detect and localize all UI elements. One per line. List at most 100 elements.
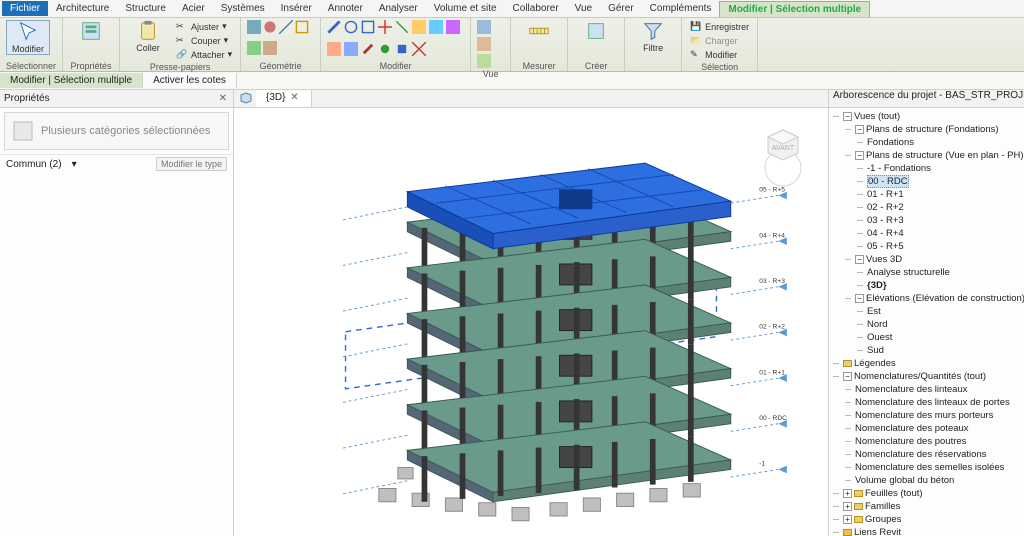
menu-tab[interactable]: Insérer <box>273 1 320 16</box>
trim-button[interactable]: ✂Ajuster ▾ <box>174 20 234 33</box>
menu-tab[interactable]: Architecture <box>48 1 117 16</box>
tree-item[interactable]: Fondations <box>867 136 1024 149</box>
menu-tab[interactable]: Collaborer <box>505 1 567 16</box>
tree-item[interactable]: -1 - Fondations <box>867 162 1024 175</box>
modify-tool-icon[interactable] <box>378 42 392 56</box>
load-selection-button[interactable]: 📂Charger <box>688 34 751 47</box>
model-canvas[interactable]: 05 - R+5 04 - R+4 03 - R+3 02 - R+2 01 -… <box>234 108 828 536</box>
modify-tool-icon[interactable] <box>361 42 375 56</box>
menu-tab[interactable]: Compléments <box>642 1 720 16</box>
menu-tab[interactable]: Systèmes <box>213 1 273 16</box>
geom-icon[interactable] <box>263 20 277 34</box>
tree-item[interactable]: {3D} <box>867 279 1024 292</box>
tree-item[interactable]: Volume global du béton <box>855 474 1024 487</box>
close-icon[interactable]: ✕ <box>217 93 229 104</box>
geom-icon[interactable] <box>295 20 309 34</box>
menu-tab[interactable]: Structure <box>117 1 174 16</box>
properties-icon <box>80 20 102 42</box>
tree-item[interactable]: Ouest <box>867 331 1024 344</box>
type-selector[interactable]: Plusieurs catégories sélectionnées <box>4 112 229 150</box>
modify-tool-icon[interactable] <box>344 20 358 34</box>
tree-item[interactable]: 03 - R+3 <box>867 214 1024 227</box>
modify-tool-icon[interactable] <box>429 20 443 34</box>
tree-item[interactable]: Nomenclature des linteaux <box>855 383 1024 396</box>
geom-icon[interactable] <box>247 41 261 55</box>
geom-icon[interactable] <box>247 20 261 34</box>
create-button[interactable] <box>574 20 618 42</box>
tree-item[interactable]: Nomenclature des poteaux <box>855 422 1024 435</box>
filter-button[interactable]: Filtre <box>631 20 675 53</box>
tree-item[interactable]: 05 - R+5 <box>867 240 1024 253</box>
tree-item[interactable]: 02 - R+2 <box>867 201 1024 214</box>
tree-item[interactable]: Nomenclature des semelles isolées <box>855 461 1024 474</box>
tree-item[interactable]: Légendes <box>843 357 1024 370</box>
svg-text:AVANT: AVANT <box>772 145 795 152</box>
tree-item[interactable]: 01 - R+1 <box>867 188 1024 201</box>
menu-tab[interactable]: Analyser <box>371 1 426 16</box>
measure-button[interactable] <box>517 20 561 42</box>
cube-icon <box>240 92 252 104</box>
tree-item[interactable]: −Nomenclatures/Quantités (tout) Nomencla… <box>843 370 1024 487</box>
properties-button[interactable] <box>69 20 113 42</box>
menu-tab[interactable]: Annoter <box>320 1 371 16</box>
save-icon: 💾 <box>690 21 702 33</box>
modify-tool-icon[interactable] <box>412 42 426 56</box>
cut-icon: ✂ <box>176 35 188 47</box>
close-tab-icon[interactable]: ✕ <box>288 92 300 103</box>
ribbon-panel-view: Vue <box>471 18 511 71</box>
tree-item[interactable]: Nomenclature des murs porteurs <box>855 409 1024 422</box>
view-tool-icon[interactable] <box>477 20 491 34</box>
tree-item[interactable]: +Groupes <box>843 513 1024 526</box>
tree-item[interactable]: 00 - RDC <box>867 175 1024 188</box>
tree-item[interactable]: 04 - R+4 <box>867 227 1024 240</box>
modify-tool-icon[interactable] <box>395 42 409 56</box>
tree-item[interactable]: Sud <box>867 344 1024 357</box>
menu-tab-active[interactable]: Modifier | Sélection multiple <box>719 1 870 17</box>
viewcube[interactable]: AVANT <box>748 118 818 188</box>
tree-group[interactable]: −Plans de structure (Fondations)Fondatio… <box>855 123 1024 149</box>
modify-tool-icon[interactable] <box>378 20 392 34</box>
modify-tool-icon[interactable] <box>327 20 341 34</box>
browser-title: Arborescence du projet - BAS_STR_PROJET_… <box>829 90 1024 108</box>
tree-item[interactable]: +Familles <box>843 500 1024 513</box>
view-tab[interactable]: {3D} ✕ <box>256 90 312 107</box>
tree-item[interactable]: Est <box>867 305 1024 318</box>
attach-button[interactable]: 🔗Attacher ▾ <box>174 48 234 61</box>
paste-button[interactable]: Coller <box>126 20 170 53</box>
modify-tool-icon[interactable] <box>327 42 341 56</box>
tree-item[interactable]: +Feuilles (tout) <box>843 487 1024 500</box>
save-selection-button[interactable]: 💾Enregistrer <box>688 20 751 33</box>
tree-item[interactable]: Nomenclature des réservations <box>855 448 1024 461</box>
menu-file[interactable]: Fichier <box>2 1 48 16</box>
menu-tab[interactable]: Vue <box>567 1 600 16</box>
tree-group[interactable]: −Plans de structure (Vue en plan - PH)-1… <box>855 149 1024 253</box>
tree-group[interactable]: −Elévations (Elévation de construction)E… <box>855 292 1024 357</box>
modify-tool-icon[interactable] <box>412 20 426 34</box>
tree-item[interactable]: Nord <box>867 318 1024 331</box>
geom-icon[interactable] <box>263 41 277 55</box>
view-tool-icon[interactable] <box>477 54 491 68</box>
cut-button[interactable]: ✂Couper ▾ <box>174 34 234 47</box>
tree-item[interactable]: Liens Revit <box>843 526 1024 536</box>
edit-selection-button[interactable]: ✎Modifier <box>688 48 751 61</box>
project-browser: Arborescence du projet - BAS_STR_PROJET_… <box>828 90 1024 536</box>
modify-tool-icon[interactable] <box>361 20 375 34</box>
menu-tab[interactable]: Volume et site <box>426 1 505 16</box>
menu-tab[interactable]: Acier <box>174 1 213 16</box>
edit-type-button[interactable]: Modifier le type <box>156 157 227 171</box>
tree-group[interactable]: −Vues 3DAnalyse structurelle{3D} <box>855 253 1024 292</box>
menu-tab[interactable]: Gérer <box>600 1 642 16</box>
geom-icon[interactable] <box>279 20 293 34</box>
view-tool-icon[interactable] <box>477 37 491 51</box>
modify-tool-icon[interactable] <box>446 20 460 34</box>
modify-tool-icon[interactable] <box>395 20 409 34</box>
tree-root[interactable]: −Vues (tout) −Plans de structure (Fondat… <box>843 110 1024 357</box>
context-tab[interactable]: Activer les cotes <box>143 73 237 88</box>
modify-button[interactable]: Modifier <box>6 20 50 55</box>
tree-item[interactable]: Analyse structurelle <box>867 266 1024 279</box>
tree-item[interactable]: Nomenclature des poutres <box>855 435 1024 448</box>
context-tab[interactable]: Modifier | Sélection multiple <box>0 73 143 88</box>
project-tree[interactable]: −Vues (tout) −Plans de structure (Fondat… <box>829 108 1024 536</box>
tree-item[interactable]: Nomenclature des linteaux de portes <box>855 396 1024 409</box>
modify-tool-icon[interactable] <box>344 42 358 56</box>
